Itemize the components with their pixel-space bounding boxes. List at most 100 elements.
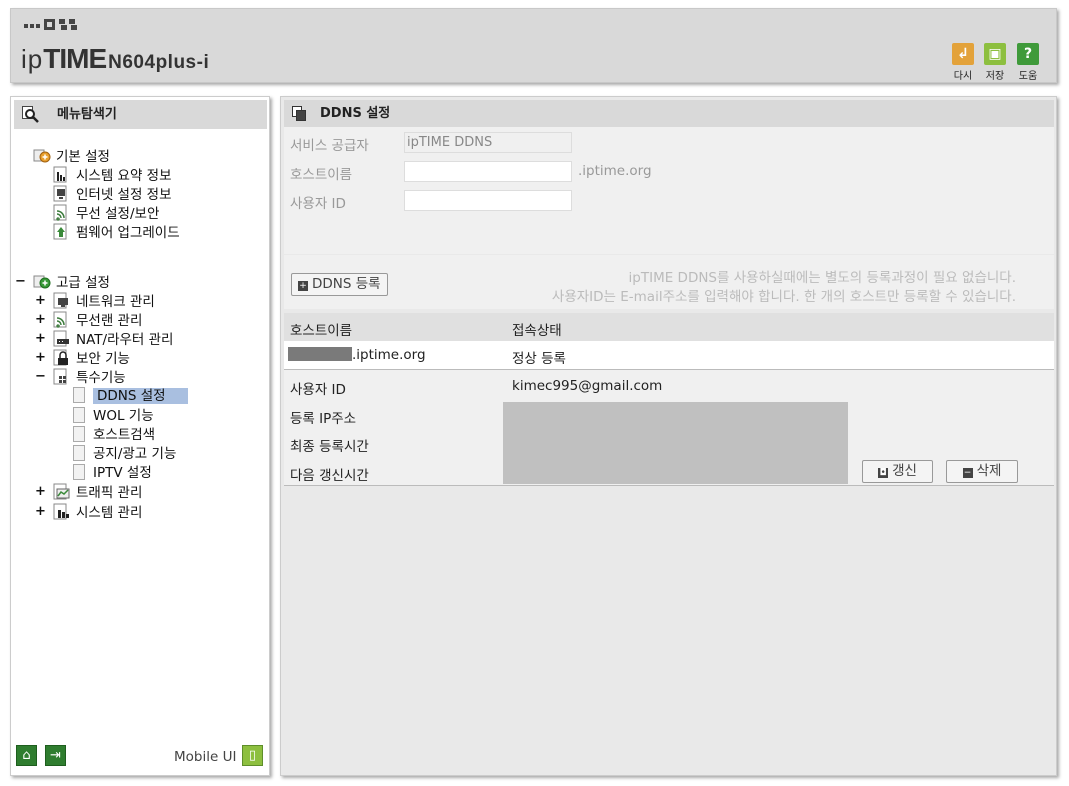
ddns-note-1: ipTIME DDNS를 사용하실때에는 별도의 등록과정이 필요 없습니다. (628, 270, 1016, 286)
menu-firmware-upgrade[interactable]: 펌웨어 업그레이드 (53, 223, 180, 242)
page-icon (73, 445, 85, 461)
menu-ddns-settings[interactable]: DDNS 설정 (73, 387, 188, 405)
folder-settings-icon (33, 147, 51, 164)
menu-ddns-settings-label: DDNS 설정 (93, 388, 188, 404)
expand-toggle[interactable]: + (35, 311, 46, 329)
expand-toggle[interactable]: + (35, 349, 46, 367)
menu-iptv[interactable]: IPTV 설정 (73, 464, 152, 482)
renew-button[interactable]: ◘ 갱신 (862, 460, 933, 483)
wifi-icon (53, 311, 71, 328)
menu-nat-router[interactable]: + NAT/라우터 관리 (35, 330, 174, 349)
menu-notice-ad-label: 공지/광고 기능 (93, 446, 177, 462)
logout-icon: ⇥ (50, 748, 61, 763)
undo-icon: ↲ (952, 43, 974, 65)
menu-host-search[interactable]: 호스트검색 (73, 426, 155, 444)
plus-icon: + (298, 281, 308, 291)
register-section: + DDNS 등록 ipTIME DDNS를 사용하실때에는 별도의 등록과정이 … (284, 255, 1054, 309)
expand-toggle[interactable]: + (35, 330, 46, 348)
table-header: 호스트이름 접속상태 (284, 313, 1054, 341)
mobile-phone-icon: ▯ (248, 748, 257, 763)
ddns-register-button[interactable]: + DDNS 등록 (291, 273, 388, 296)
hostname-input[interactable] (404, 161, 572, 182)
delete-button[interactable]: − 삭제 (946, 460, 1018, 483)
collapse-toggle[interactable]: − (15, 273, 26, 291)
brand-ip: ip (21, 44, 44, 74)
refresh-icon: ◘ (878, 468, 889, 478)
home-icon: ⌂ (22, 748, 31, 763)
menu-firmware-upgrade-label: 펌웨어 업그레이드 (76, 225, 180, 241)
redacted-block (503, 402, 848, 484)
help-icon: ? (1017, 43, 1039, 65)
menu-system-management[interactable]: + 시스템 관리 (35, 503, 143, 522)
mobile-ui-label[interactable]: Mobile UI (174, 749, 236, 765)
menu-notice-ad[interactable]: 공지/광고 기능 (73, 445, 176, 463)
row-status: 정상 등록 (512, 351, 566, 367)
menu-wireless-management[interactable]: + 무선랜 관리 (35, 311, 143, 330)
expand-toggle[interactable]: + (35, 503, 46, 521)
brand-time: TIME (43, 43, 107, 74)
page-title: DDNS 설정 (320, 106, 391, 121)
menu-system-management-label: 시스템 관리 (76, 505, 143, 521)
menu-advanced-settings[interactable]: − 고급 설정 (15, 273, 110, 292)
menu-network-management-label: 네트워크 관리 (76, 294, 155, 310)
page-icon (73, 426, 85, 442)
row-hostname: .iptime.org (288, 347, 426, 363)
mobile-ui-button[interactable]: ▯ (242, 745, 263, 766)
sidebar-footer: ⌂ ⇥ Mobile UI ▯ (16, 745, 264, 767)
save-label: 저장 (985, 71, 1005, 82)
lock-icon (53, 349, 71, 366)
menu-basic-settings[interactable]: 기본 설정 (33, 147, 110, 166)
ddns-note-2: 사용자ID는 E-mail주소를 입력해야 합니다. 한 개의 호스트만 등록할… (551, 289, 1016, 305)
ddns-register-label: DDNS 등록 (312, 276, 381, 292)
collapse-toggle[interactable]: − (35, 368, 46, 386)
page-icon (73, 407, 85, 423)
help-button[interactable]: ? 도움 (1015, 43, 1041, 82)
save-button[interactable]: ▣ 저장 (982, 43, 1008, 82)
expand-toggle[interactable]: + (35, 483, 46, 501)
menu-wireless-management-label: 무선랜 관리 (76, 313, 143, 329)
minus-icon: − (962, 468, 973, 478)
detail-last-label: 최종 등록시간 (290, 439, 369, 455)
menu-network-management[interactable]: + 네트워크 관리 (35, 292, 155, 311)
header-bar: ipTIME N604plus-i ↲ 다시 ▣ 저장 ? 도움 (10, 8, 1057, 83)
detail-user-label: 사용자 ID (290, 382, 346, 398)
detail-next-label: 다음 갱신시간 (290, 468, 369, 484)
reset-button[interactable]: ↲ 다시 (950, 43, 976, 82)
menu-system-summary[interactable]: 시스템 요약 정보 (53, 166, 172, 185)
menu-traffic-management-label: 트래픽 관리 (76, 485, 143, 501)
page-icon (73, 387, 85, 403)
menu-wireless-security[interactable]: 무선 설정/보안 (53, 204, 159, 223)
menu-system-summary-label: 시스템 요약 정보 (76, 168, 172, 184)
table-row[interactable]: .iptime.org 정상 등록 (284, 341, 1054, 370)
user-id-input[interactable] (404, 190, 572, 211)
provider-select[interactable]: ipTIME DDNS (404, 132, 572, 153)
delete-label: 삭제 (976, 463, 1002, 479)
ddns-form: 서비스 공급자 ipTIME DDNS 호스트이름 .iptime.org 사용… (284, 127, 1054, 254)
menu-security[interactable]: + 보안 기능 (35, 349, 130, 368)
monitor-icon (53, 185, 71, 202)
menu-traffic-management[interactable]: + 트래픽 관리 (35, 483, 143, 502)
logout-button[interactable]: ⇥ (45, 745, 66, 766)
menu-special-features[interactable]: − 특수기능 (35, 368, 126, 387)
save-icon: ▣ (984, 43, 1006, 65)
menu-wireless-security-label: 무선 설정/보안 (76, 206, 160, 222)
menu-explorer-title: 메뉴탐색기 (57, 107, 117, 122)
provider-label: 서비스 공급자 (290, 138, 369, 154)
redacted-block (288, 347, 352, 361)
menu-iptv-label: IPTV 설정 (93, 465, 152, 481)
menu-explorer-header: 메뉴탐색기 (14, 100, 267, 129)
col-status: 접속상태 (512, 323, 562, 339)
menu-basic-settings-label: 기본 설정 (56, 149, 110, 165)
row-hostname-suffix: .iptime.org (352, 347, 426, 363)
menu-internet-info[interactable]: 인터넷 설정 정보 (53, 185, 172, 204)
detail-section: 사용자 ID kimec995@gmail.com 등록 IP주소 최종 등록시… (284, 370, 1054, 486)
menu-nat-router-label: NAT/라우터 관리 (76, 332, 174, 348)
menu-wol[interactable]: WOL 기능 (73, 407, 154, 425)
menu-advanced-settings-label: 고급 설정 (56, 275, 110, 291)
expand-toggle[interactable]: + (35, 292, 46, 310)
menu-security-label: 보안 기능 (76, 351, 130, 367)
pages-icon (292, 106, 306, 121)
home-button[interactable]: ⌂ (16, 745, 37, 766)
menu-host-search-label: 호스트검색 (93, 427, 156, 443)
folder-add-icon (33, 273, 51, 290)
